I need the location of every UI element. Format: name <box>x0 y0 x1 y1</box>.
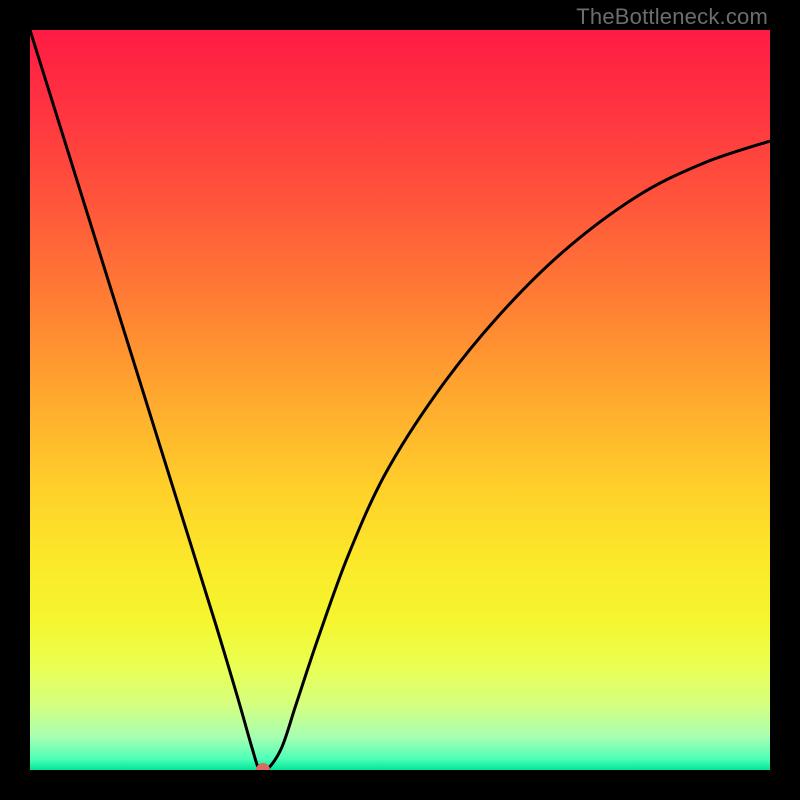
chart-frame: TheBottleneck.com <box>0 0 800 800</box>
plot-area <box>30 30 770 770</box>
bottleneck-curve <box>30 30 770 770</box>
watermark-text: TheBottleneck.com <box>576 4 768 30</box>
optimal-point-marker <box>256 763 270 770</box>
